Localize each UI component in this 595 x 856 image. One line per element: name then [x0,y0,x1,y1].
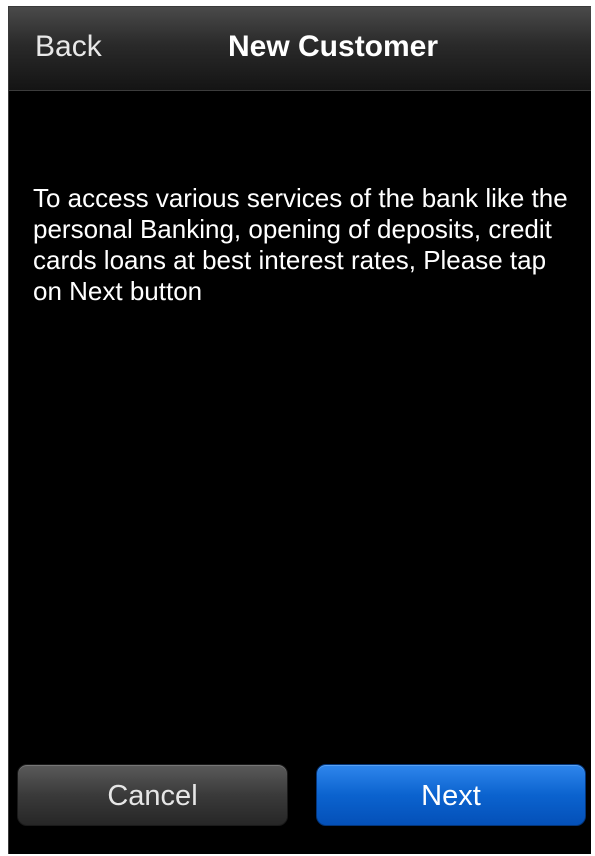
page-title: New Customer [228,30,439,63]
next-button[interactable]: Next [316,764,586,826]
back-button[interactable]: Back [35,25,102,69]
cancel-button[interactable]: Cancel [17,764,288,826]
app-screen: Back New Customer To access various serv… [8,6,591,854]
info-message: To access various services of the bank l… [33,183,568,306]
navigation-bar: Back New Customer [9,7,591,91]
